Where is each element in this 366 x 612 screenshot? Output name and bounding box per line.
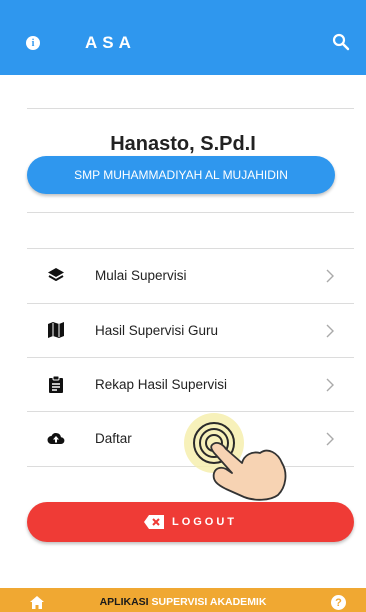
search-icon[interactable] [331, 32, 351, 52]
menu-item-mulai-supervisi[interactable]: Mulai Supervisi [27, 249, 354, 303]
chevron-right-icon [326, 324, 334, 338]
logout-label: LOGOUT [171, 516, 238, 528]
app-title: ASA [85, 33, 136, 52]
chevron-right-icon [326, 378, 334, 392]
menu-label: Rekap Hasil Supervisi [95, 377, 228, 392]
layers-icon [48, 268, 64, 281]
bottom-bar: APLIKASI SUPERVISI AKADEMIK ? [0, 588, 366, 612]
menu-item-daftar[interactable]: Daftar [27, 412, 354, 466]
close-icon [143, 515, 164, 529]
cloud-upload-icon [47, 433, 65, 444]
divider [27, 212, 354, 213]
menu-item-hasil-supervisi-guru[interactable]: Hasil Supervisi Guru [27, 304, 354, 358]
info-icon[interactable]: i [26, 36, 40, 50]
chevron-right-icon [326, 432, 334, 446]
clipboard-icon [49, 375, 63, 393]
menu-label: Mulai Supervisi [95, 268, 187, 283]
logout-button[interactable]: LOGOUT [27, 502, 354, 542]
help-icon[interactable]: ? [331, 595, 346, 610]
menu-label: Daftar [95, 431, 132, 446]
divider [27, 466, 354, 467]
menu-item-rekap-hasil-supervisi[interactable]: Rekap Hasil Supervisi [27, 358, 354, 412]
app-bar: i ASA [0, 0, 366, 75]
chevron-right-icon [326, 269, 334, 283]
brand-part1: APLIKASI [99, 596, 149, 608]
user-name: Hanasto, S.Pd.I [110, 133, 256, 155]
menu-label: Hasil Supervisi Guru [95, 323, 219, 338]
map-icon [48, 322, 64, 338]
brand-part2: SUPERVISI AKADEMIK [151, 596, 267, 608]
divider [27, 108, 354, 109]
app-brand: APLIKASI SUPERVISI AKADEMIK [0, 596, 366, 608]
school-button[interactable]: SMP MUHAMMADIYAH AL MUJAHIDIN [27, 156, 335, 194]
